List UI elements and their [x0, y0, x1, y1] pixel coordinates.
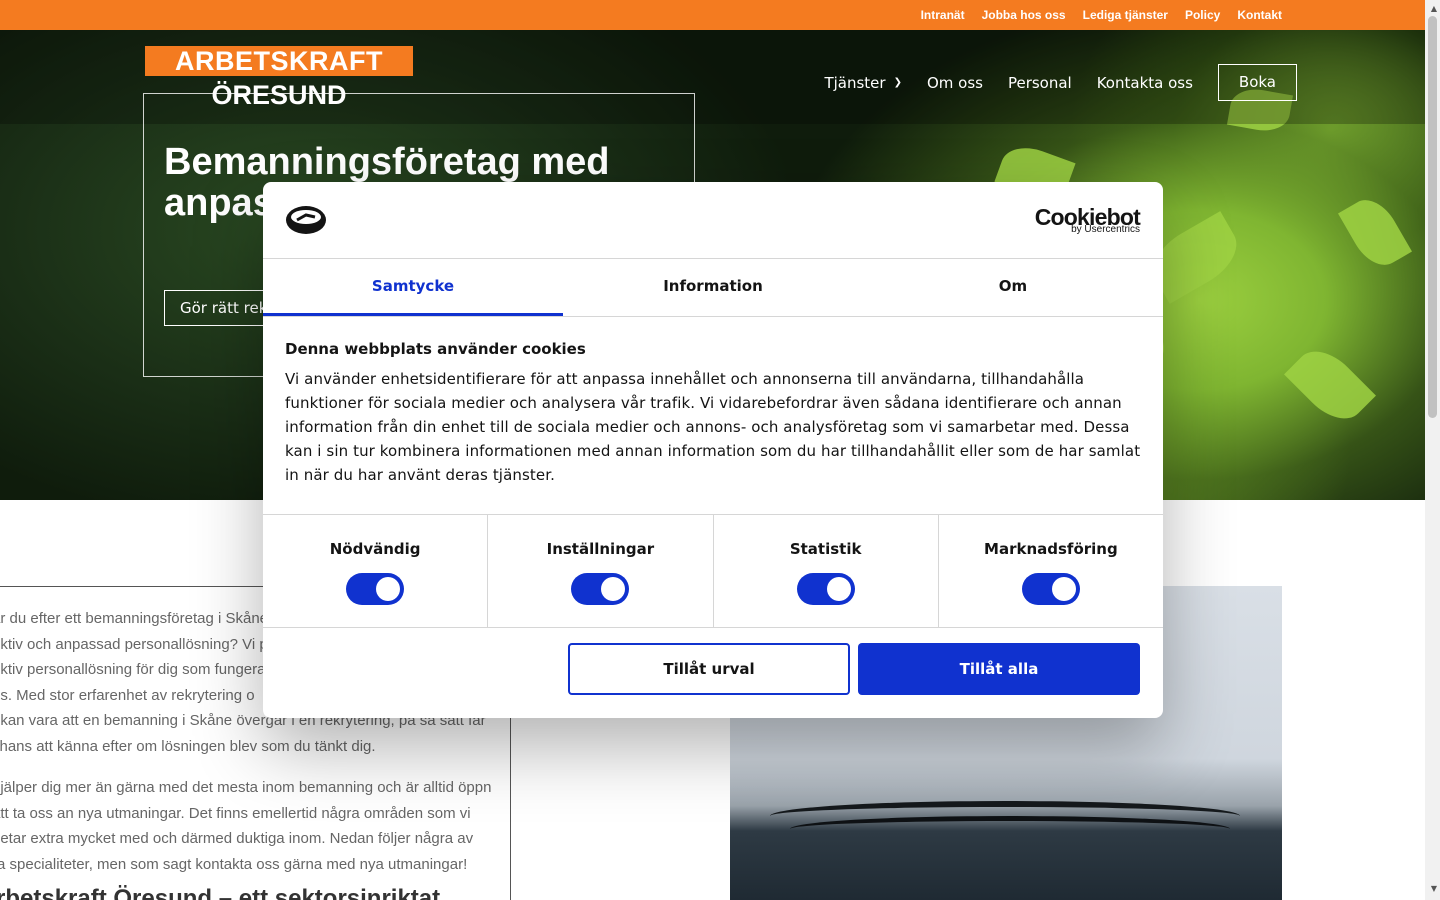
consent-toggles: Nödvändig Inställningar Statistik Markna…: [263, 514, 1163, 628]
toggle-label: Statistik: [789, 540, 862, 558]
cookie-consent-dialog: Cookiebot by Usercentrics Samtycke Infor…: [263, 182, 1163, 718]
cookiebot-sub: by Usercentrics: [1071, 224, 1140, 235]
toggle-label: Inställningar: [546, 540, 655, 558]
tab-information[interactable]: Information: [563, 259, 863, 316]
dialog-body: Denna webbplats använder cookies Vi anvä…: [285, 340, 1143, 487]
utility-links: Intranät Jobba hos oss Lediga tjänster P…: [921, 8, 1282, 22]
nav-label: Tjänster: [824, 73, 886, 92]
toggle-label: Marknadsföring: [984, 540, 1118, 558]
leaf-decoration: [1284, 339, 1376, 431]
text-line: hjälper dig mer än gärna med det mesta i…: [0, 779, 492, 796]
site-logo-icon: [286, 206, 326, 234]
necessary-toggle[interactable]: [346, 573, 405, 605]
marketing-toggle[interactable]: [1021, 573, 1080, 605]
allow-selection-button[interactable]: Tillåt urval: [568, 643, 850, 695]
main-nav: Tjänster ❯ Om oss Personal Kontakta oss …: [799, 64, 1297, 101]
toggle-cell-statistik: Statistik: [714, 515, 939, 627]
dialog-title: Denna webbplats använder cookies: [285, 340, 586, 358]
page-scrollbar[interactable]: ▲ ▼: [1425, 0, 1440, 900]
scroll-up-icon[interactable]: ▲: [1431, 4, 1437, 13]
boka-button[interactable]: Boka: [1217, 64, 1297, 101]
hero-cta-button[interactable]: Gör rätt rekrytering: [164, 290, 264, 326]
text-line: betar extra mycket med och därmed duktig…: [0, 830, 474, 847]
link-intranat[interactable]: Intranät: [921, 8, 965, 22]
services-paragraph: hjälper dig mer än gärna med det mesta i…: [0, 775, 492, 877]
nav-item-om-oss[interactable]: Om oss: [927, 74, 983, 92]
dialog-header: Cookiebot by Usercentrics: [263, 182, 1163, 259]
dialog-tabs: Samtycke Information Om: [263, 259, 1163, 317]
toggle-label: Nödvändig: [329, 540, 421, 558]
scrollbar-thumb[interactable]: [1428, 16, 1437, 418]
link-kontakt[interactable]: Kontakt: [1237, 8, 1282, 22]
preferences-toggle[interactable]: [571, 573, 630, 605]
toggle-cell-nodvandig: Nödvändig: [263, 515, 489, 627]
top-utility-bar: Intranät Jobba hos oss Lediga tjänster P…: [0, 0, 1425, 30]
chevron-down-icon: ❯: [893, 77, 902, 88]
toggle-cell-installningar: Inställningar: [488, 515, 714, 627]
text-line: chans att känna efter om lösningen blev …: [0, 737, 376, 755]
toggle-cell-marknadsforing: Marknadsföring: [939, 515, 1163, 627]
logo-line1[interactable]: ARBETSKRAFT: [145, 46, 413, 77]
link-policy[interactable]: Policy: [1185, 8, 1220, 22]
text-line: att ta oss an nya utmaningar. Det finns …: [0, 804, 471, 822]
scroll-down-icon[interactable]: ▼: [1431, 884, 1437, 893]
nav-item-tjanster[interactable]: Tjänster ❯: [824, 74, 902, 92]
allow-all-button[interactable]: Tillåt alla: [858, 643, 1140, 695]
leaf-decoration: [1338, 190, 1412, 275]
link-lediga-tjanster[interactable]: Lediga tjänster: [1083, 8, 1168, 22]
nav-item-personal[interactable]: Personal: [1008, 74, 1072, 92]
tab-om[interactable]: Om: [863, 259, 1163, 316]
link-jobba-hos-oss[interactable]: Jobba hos oss: [982, 8, 1066, 22]
photo-detail: [790, 816, 1230, 842]
section-heading: rbetskraft Öresund – ett sektorsinriktat: [0, 885, 441, 900]
text-line: ra specialiteter, men som sagt kontakta …: [0, 855, 468, 873]
tab-samtycke[interactable]: Samtycke: [263, 259, 563, 316]
nav-item-kontakta-oss[interactable]: Kontakta oss: [1097, 74, 1193, 92]
dialog-text: Vi använder enhetsidentifierare för att …: [285, 370, 1141, 484]
statistics-toggle[interactable]: [796, 573, 855, 605]
